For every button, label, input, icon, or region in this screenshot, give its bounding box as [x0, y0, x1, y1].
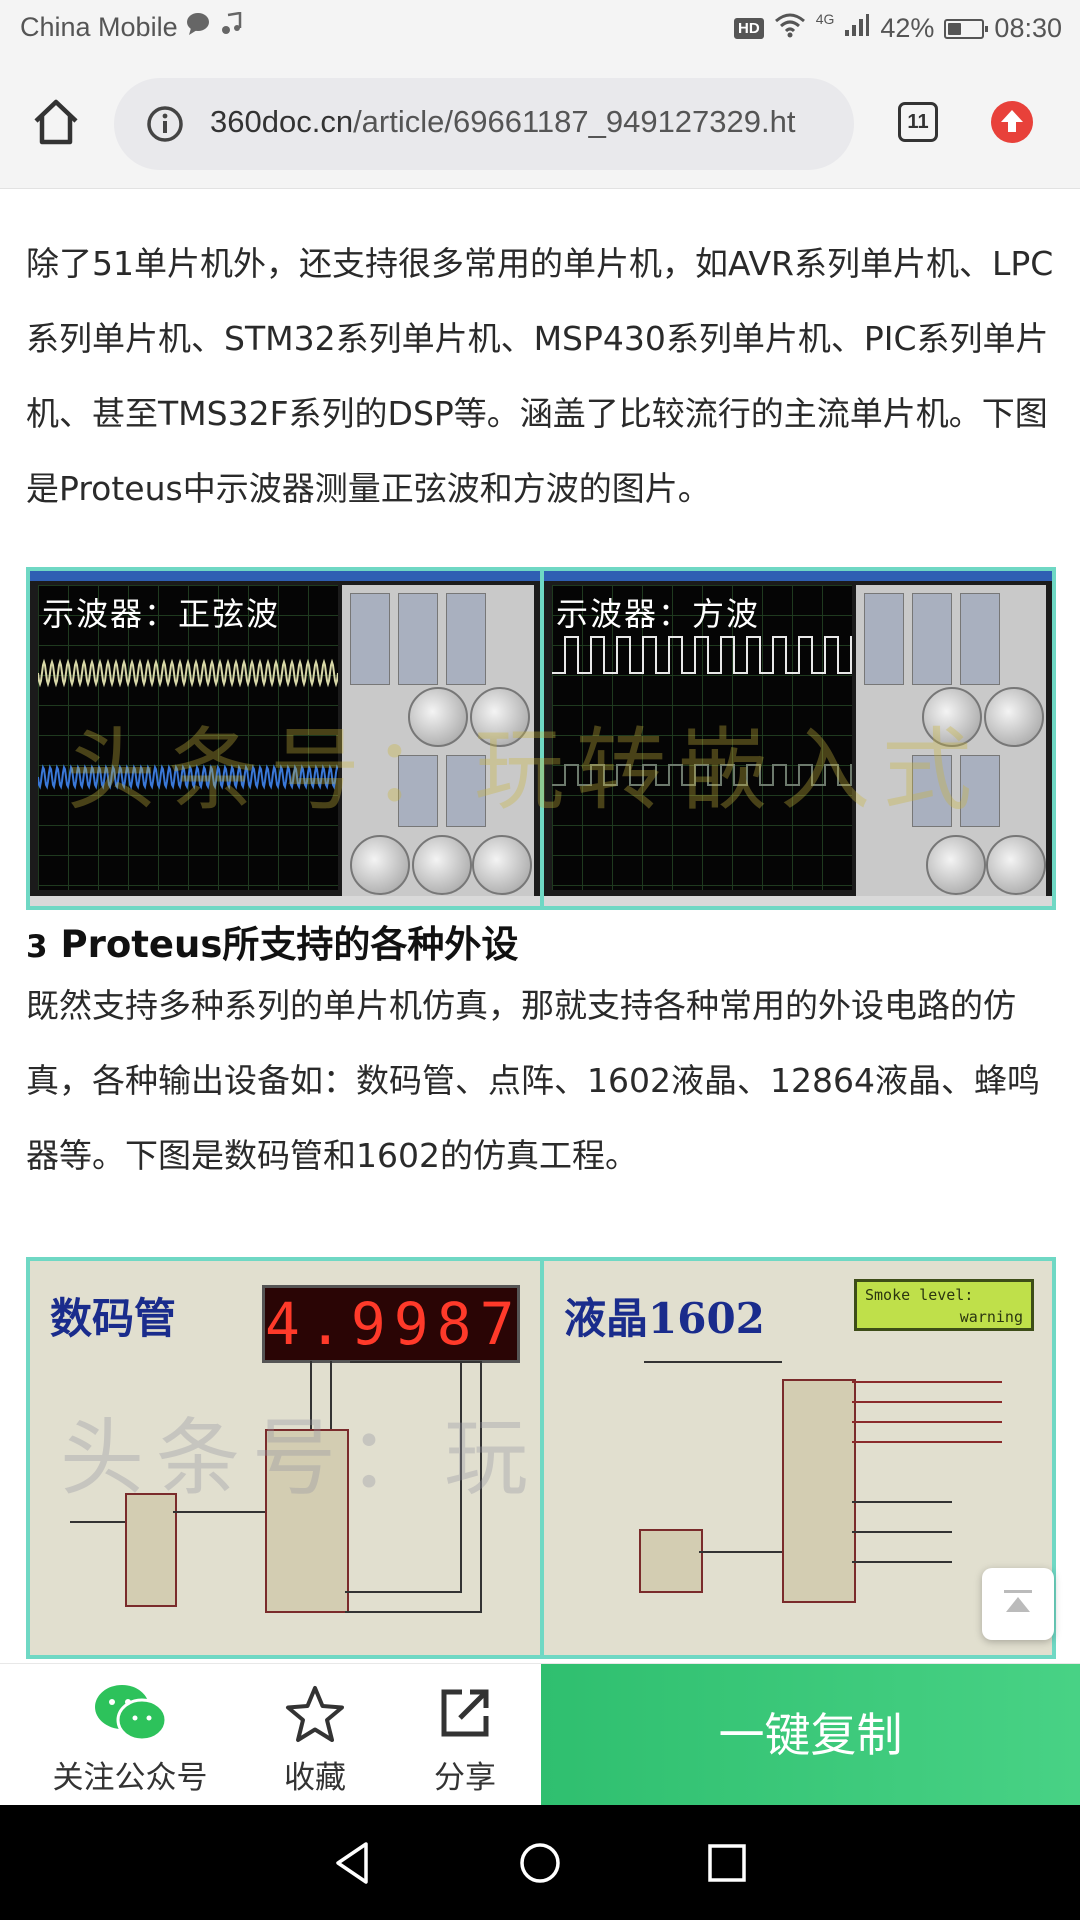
scope-caption: 示波器：方波 [556, 595, 761, 633]
star-icon [286, 1686, 344, 1742]
arrow-up-icon [1004, 1590, 1032, 1612]
hd-badge: HD [734, 18, 764, 39]
channel-control [864, 593, 904, 685]
wire [644, 1361, 782, 1363]
follow-label: 关注公众号 [52, 1760, 208, 1796]
favorite-button[interactable]: 收藏 [250, 1664, 380, 1806]
carrier-label: China Mobile [20, 12, 178, 42]
one-click-copy-button[interactable]: 一键复制 [541, 1664, 1080, 1806]
circuit-caption: 数码管 [50, 1294, 177, 1343]
status-left: China Mobile [20, 11, 242, 43]
circuit-figure[interactable]: 数码管 4.9987 头条号：玩转嵌入式 液晶1602 Smoke level:… [26, 1257, 1056, 1659]
oscilloscope-figure[interactable]: 示波器：正弦波 示波器：方波 头条号：玩转嵌入式 [26, 567, 1056, 910]
wire [345, 1611, 482, 1613]
bottom-action-bar: 关注公众号 收藏 分享 一键复制 [0, 1663, 1080, 1806]
seven-segment-circuit: 数码管 4.9987 头条号：玩转嵌入式 [30, 1261, 540, 1655]
channel-control [960, 593, 1000, 685]
wire [852, 1421, 1002, 1423]
wire [852, 1441, 1002, 1443]
section-title: Proteus所支持的各种外设 [47, 923, 519, 966]
tab-switcher-button[interactable]: 11 [898, 102, 938, 142]
wire [852, 1381, 1002, 1383]
share-label: 分享 [434, 1760, 496, 1796]
wire [852, 1401, 1002, 1403]
knob [350, 835, 410, 895]
address-bar[interactable]: 360doc.cn/article/69661187_949127329.ht [114, 78, 854, 170]
channel-control [912, 593, 952, 685]
knob [926, 835, 986, 895]
message-notification-icon [186, 12, 212, 43]
home-icon [34, 99, 78, 145]
wire [70, 1521, 125, 1523]
clock: 08:30 [994, 13, 1062, 43]
lcd1602-circuit: 液晶1602 Smoke level: warning [544, 1261, 1052, 1655]
back-nav-icon[interactable] [330, 1840, 376, 1886]
share-button[interactable]: 分享 [400, 1664, 530, 1806]
scope-caption: 示波器：正弦波 [42, 595, 281, 633]
watermark-text: 头条号：玩转嵌入式 [66, 718, 984, 823]
circuit-caption: 液晶1602 [564, 1294, 765, 1343]
info-icon[interactable] [146, 105, 184, 143]
seven-segment-display: 4.9987 [262, 1285, 520, 1363]
signal-icon [844, 13, 870, 44]
url-domain: 360doc.cn [210, 104, 354, 139]
scrollbar [544, 896, 1052, 906]
adc-chip [639, 1529, 703, 1593]
lcd-line-2: warning [959, 1308, 1023, 1326]
section-number: 3 [26, 929, 48, 965]
section-heading: 3 Proteus所支持的各种外设 [26, 914, 518, 968]
channel-control [398, 593, 438, 685]
knob [984, 687, 1044, 747]
home-button[interactable] [28, 94, 84, 150]
wire [699, 1551, 782, 1553]
status-right: HD 4G 42% 08:30 [734, 10, 1062, 45]
lcd-line-1: Smoke level: [865, 1286, 974, 1304]
battery-icon [944, 18, 989, 39]
wire [852, 1501, 952, 1503]
wire [852, 1531, 952, 1533]
recents-nav-icon[interactable] [704, 1840, 750, 1886]
follow-account-button[interactable]: 关注公众号 [30, 1664, 230, 1806]
article-paragraph: 除了51单片机外，还支持很多常用的单片机，如AVR系列单片机、LPC系列单片机、… [26, 244, 1054, 508]
network-type-label: 4G [815, 10, 835, 27]
back-to-top-button[interactable] [982, 1568, 1054, 1640]
upload-arrow-icon [991, 101, 1033, 143]
url-text[interactable]: 360doc.cn/article/69661187_949127329.ht [210, 104, 840, 140]
url-path: /article/69661187_949127329.ht [353, 104, 796, 139]
watermark-text: 头条号：玩转嵌入式 [60, 1409, 540, 1507]
lcd-display: Smoke level: warning [854, 1279, 1034, 1331]
browser-toolbar: 360doc.cn/article/69661187_949127329.ht … [0, 56, 1080, 189]
knob [412, 835, 472, 895]
microcontroller-chip [782, 1379, 856, 1603]
channel-control [446, 593, 486, 685]
home-nav-icon[interactable] [517, 1840, 563, 1886]
article-paragraph: 既然支持多种系列的单片机仿真，那就支持各种常用的外设电路的仿真，各种输出设备如：… [26, 986, 1040, 1175]
channel-control [350, 593, 390, 685]
music-notification-icon [220, 11, 242, 43]
knob [986, 835, 1046, 895]
wechat-icon [95, 1685, 168, 1742]
share-icon [441, 1689, 489, 1737]
wire [345, 1591, 462, 1593]
favorite-label: 收藏 [284, 1760, 346, 1796]
status-bar: China Mobile HD 4G 42% 08:30 [0, 0, 1080, 56]
wifi-icon [774, 12, 806, 45]
upload-button[interactable] [990, 100, 1034, 144]
window-titlebar [544, 571, 1052, 581]
wire [852, 1561, 952, 1563]
knob [472, 835, 532, 895]
scrollbar [30, 896, 540, 906]
system-navigation-bar [0, 1805, 1080, 1920]
window-titlebar [30, 571, 540, 581]
battery-percent: 42% [880, 13, 935, 43]
